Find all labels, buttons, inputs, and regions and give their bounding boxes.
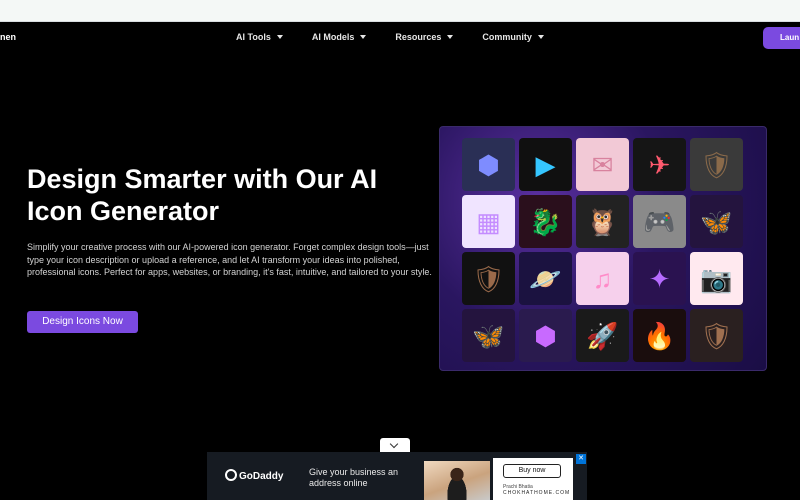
- nav-item-ai-models[interactable]: AI Models: [312, 32, 367, 42]
- nav-item-resources[interactable]: Resources: [395, 32, 454, 42]
- nav-item-label: AI Models: [311, 32, 355, 42]
- advertisement-banner[interactable]: GoDaddy Give your business an address on…: [207, 452, 587, 500]
- ad-brand-name: GoDaddy: [239, 471, 284, 482]
- crest-shield-icon[interactable]: 🛡: [690, 309, 743, 362]
- magic-staff-icon[interactable]: ✦: [633, 252, 686, 305]
- hero-title: Design Smarter with Our AI Icon Generato…: [27, 164, 378, 226]
- godaddy-logo-icon: [225, 469, 237, 481]
- site-header: nen AI Tools AI Models Resources Communi…: [0, 22, 800, 56]
- app-grid-icon[interactable]: ▦: [462, 195, 515, 248]
- airplane-icon[interactable]: ✈: [633, 138, 686, 191]
- rocket-icon[interactable]: 🚀: [576, 309, 629, 362]
- owl-icon[interactable]: 🦉: [576, 195, 629, 248]
- planet-icon[interactable]: 🪐: [519, 252, 572, 305]
- mail-icon[interactable]: ✉: [576, 138, 629, 191]
- cube-icon[interactable]: ⬢: [462, 138, 515, 191]
- icon-showcase-panel: ⬢ ▶ ✉ ✈ 🛡 ▦ 🐉 🦉 🎮 🦋 🛡 🪐 ♫ ✦ 📷 🦋 ⬢ 🚀 🔥 🛡: [439, 126, 767, 371]
- ad-site-url: CHOKHATHOME.COM: [503, 490, 571, 496]
- nav-item-ai-tools[interactable]: AI Tools: [236, 32, 283, 42]
- chevron-down-icon: [389, 439, 399, 449]
- ad-info-panel: Buy now Prachi Bhatia CHOKHATHOME.COM: [493, 458, 573, 500]
- ad-person-figure: [442, 466, 472, 500]
- phoenix-icon[interactable]: 🔥: [633, 309, 686, 362]
- chevron-down-icon: [360, 35, 367, 39]
- brand-logo-text[interactable]: nen: [0, 32, 16, 42]
- buy-now-button[interactable]: Buy now: [503, 464, 561, 478]
- ad-tagline: Give your business an address online: [309, 467, 399, 488]
- camera-icon[interactable]: 📷: [690, 252, 743, 305]
- butterfly-icon[interactable]: 🦋: [690, 195, 743, 248]
- nav-item-label: Resources: [395, 32, 442, 42]
- design-icons-now-button[interactable]: Design Icons Now: [27, 311, 138, 333]
- nav-item-label: Community: [482, 32, 532, 42]
- hero-description: Simplify your creative process with our …: [27, 242, 432, 278]
- launch-button[interactable]: Laun: [763, 27, 800, 49]
- nav-item-community[interactable]: Community: [482, 32, 544, 42]
- butterfly-glow-icon[interactable]: 🦋: [462, 309, 515, 362]
- nav-item-label: AI Tools: [236, 32, 271, 42]
- gamepad-icon[interactable]: 🎮: [633, 195, 686, 248]
- ad-close-icon[interactable]: ✕: [576, 454, 586, 464]
- ad-photo: [424, 461, 490, 500]
- browser-top-strip: [0, 0, 800, 22]
- icon-grid: ⬢ ▶ ✉ ✈ 🛡 ▦ 🐉 🦉 🎮 🦋 🛡 🪐 ♫ ✦ 📷 🦋 ⬢ 🚀 🔥 🛡: [462, 138, 743, 362]
- dragon-icon[interactable]: 🐉: [519, 195, 572, 248]
- music-app-icon[interactable]: ♫: [576, 252, 629, 305]
- chevron-down-icon: [537, 35, 544, 39]
- neon-cube-icon[interactable]: ⬢: [519, 309, 572, 362]
- main-nav-menu: AI Tools AI Models Resources Community: [236, 32, 544, 42]
- chevron-down-icon: [447, 35, 454, 39]
- scroll-toggle-button[interactable]: [380, 438, 410, 452]
- lion-shield-icon[interactable]: 🛡: [690, 138, 743, 191]
- chevron-down-icon: [276, 35, 283, 39]
- play-button-icon[interactable]: ▶: [519, 138, 572, 191]
- knight-shield-icon[interactable]: 🛡: [462, 252, 515, 305]
